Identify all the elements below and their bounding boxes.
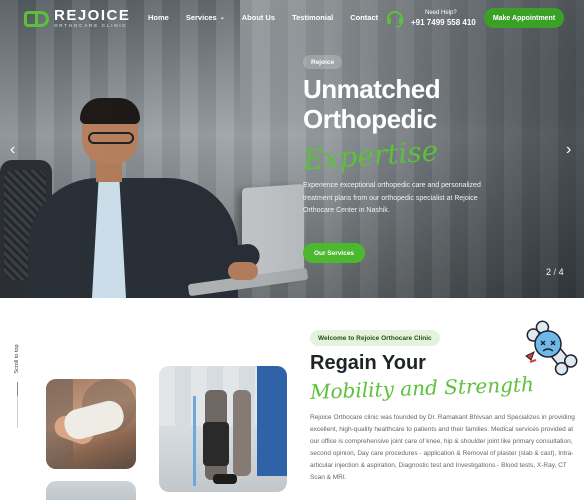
slide-separator: / xyxy=(553,267,557,277)
nav-label: Testimonial xyxy=(292,13,334,22)
slide-current: 2 xyxy=(546,267,552,277)
clinic-image xyxy=(46,481,136,500)
nav-label: About Us xyxy=(241,13,276,22)
nav-label: Services xyxy=(185,13,217,22)
chevron-left-icon[interactable]: ‹ xyxy=(10,142,15,158)
hero-description: Experience exceptional orthopedic care a… xyxy=(303,182,481,214)
nav-item-services[interactable]: Services ⌄ xyxy=(186,13,225,22)
site-logo[interactable]: REJOICE ORTHOCARE CLINIC xyxy=(24,8,130,29)
help-phone[interactable]: +91 7499 558 410 xyxy=(411,18,476,27)
scroll-to-top[interactable]: Scroll to top xyxy=(8,338,26,428)
our-services-button[interactable]: Our Services xyxy=(303,243,365,263)
chevron-down-icon: ⌄ xyxy=(219,15,225,21)
logo-subtitle: ORTHOCARE CLINIC xyxy=(54,23,128,28)
nav-item-testimonial[interactable]: Testimonial xyxy=(292,13,333,22)
scroll-to-top-label: Scroll to top xyxy=(14,344,20,374)
help-contact[interactable]: Need Help? +91 7499 558 410 xyxy=(385,8,476,28)
nav-label: Contact xyxy=(350,13,379,22)
slide-counter: 2 / 4 xyxy=(546,267,564,277)
hero-slider: REJOICE ORTHOCARE CLINIC Home Services ⌄ … xyxy=(0,0,584,298)
headset-icon xyxy=(385,8,405,28)
help-label: Need Help? xyxy=(425,9,457,16)
hero-overlay xyxy=(0,0,584,298)
about-heading: Regain Your xyxy=(310,352,426,374)
hero-tag: Rejoice xyxy=(303,55,343,69)
slide-total: 4 xyxy=(558,267,564,277)
scroll-progress xyxy=(17,382,18,396)
welcome-badge: Welcome to Rejoice Orthocare Clinic xyxy=(310,330,440,346)
chevron-right-icon[interactable]: › xyxy=(566,142,571,158)
logo-mark-icon xyxy=(24,9,50,29)
make-appointment-button[interactable]: Make Appointment xyxy=(484,8,564,28)
main-nav: Home Services ⌄ About Us Testimonial Cont… xyxy=(148,13,395,22)
nav-label: Home xyxy=(148,13,169,22)
knee-brace-rehab-image xyxy=(159,366,287,492)
hero-title: Unmatched Orthopedic xyxy=(303,74,441,134)
logo-name: REJOICE xyxy=(54,7,131,24)
hero-title-line2: Orthopedic xyxy=(303,104,437,134)
nav-item-about-us[interactable]: About Us xyxy=(242,13,275,22)
hero-title-line1: Unmatched xyxy=(303,74,441,104)
elbow-injury-image xyxy=(46,379,136,469)
bone-xray-icon xyxy=(524,316,580,380)
about-heading-script: Mobility and Strength xyxy=(309,372,535,404)
nav-item-contact[interactable]: Contact xyxy=(350,13,378,22)
nav-item-home[interactable]: Home xyxy=(148,13,169,22)
about-paragraph: Rejoice Orthocare clinic was founded by … xyxy=(310,414,575,481)
